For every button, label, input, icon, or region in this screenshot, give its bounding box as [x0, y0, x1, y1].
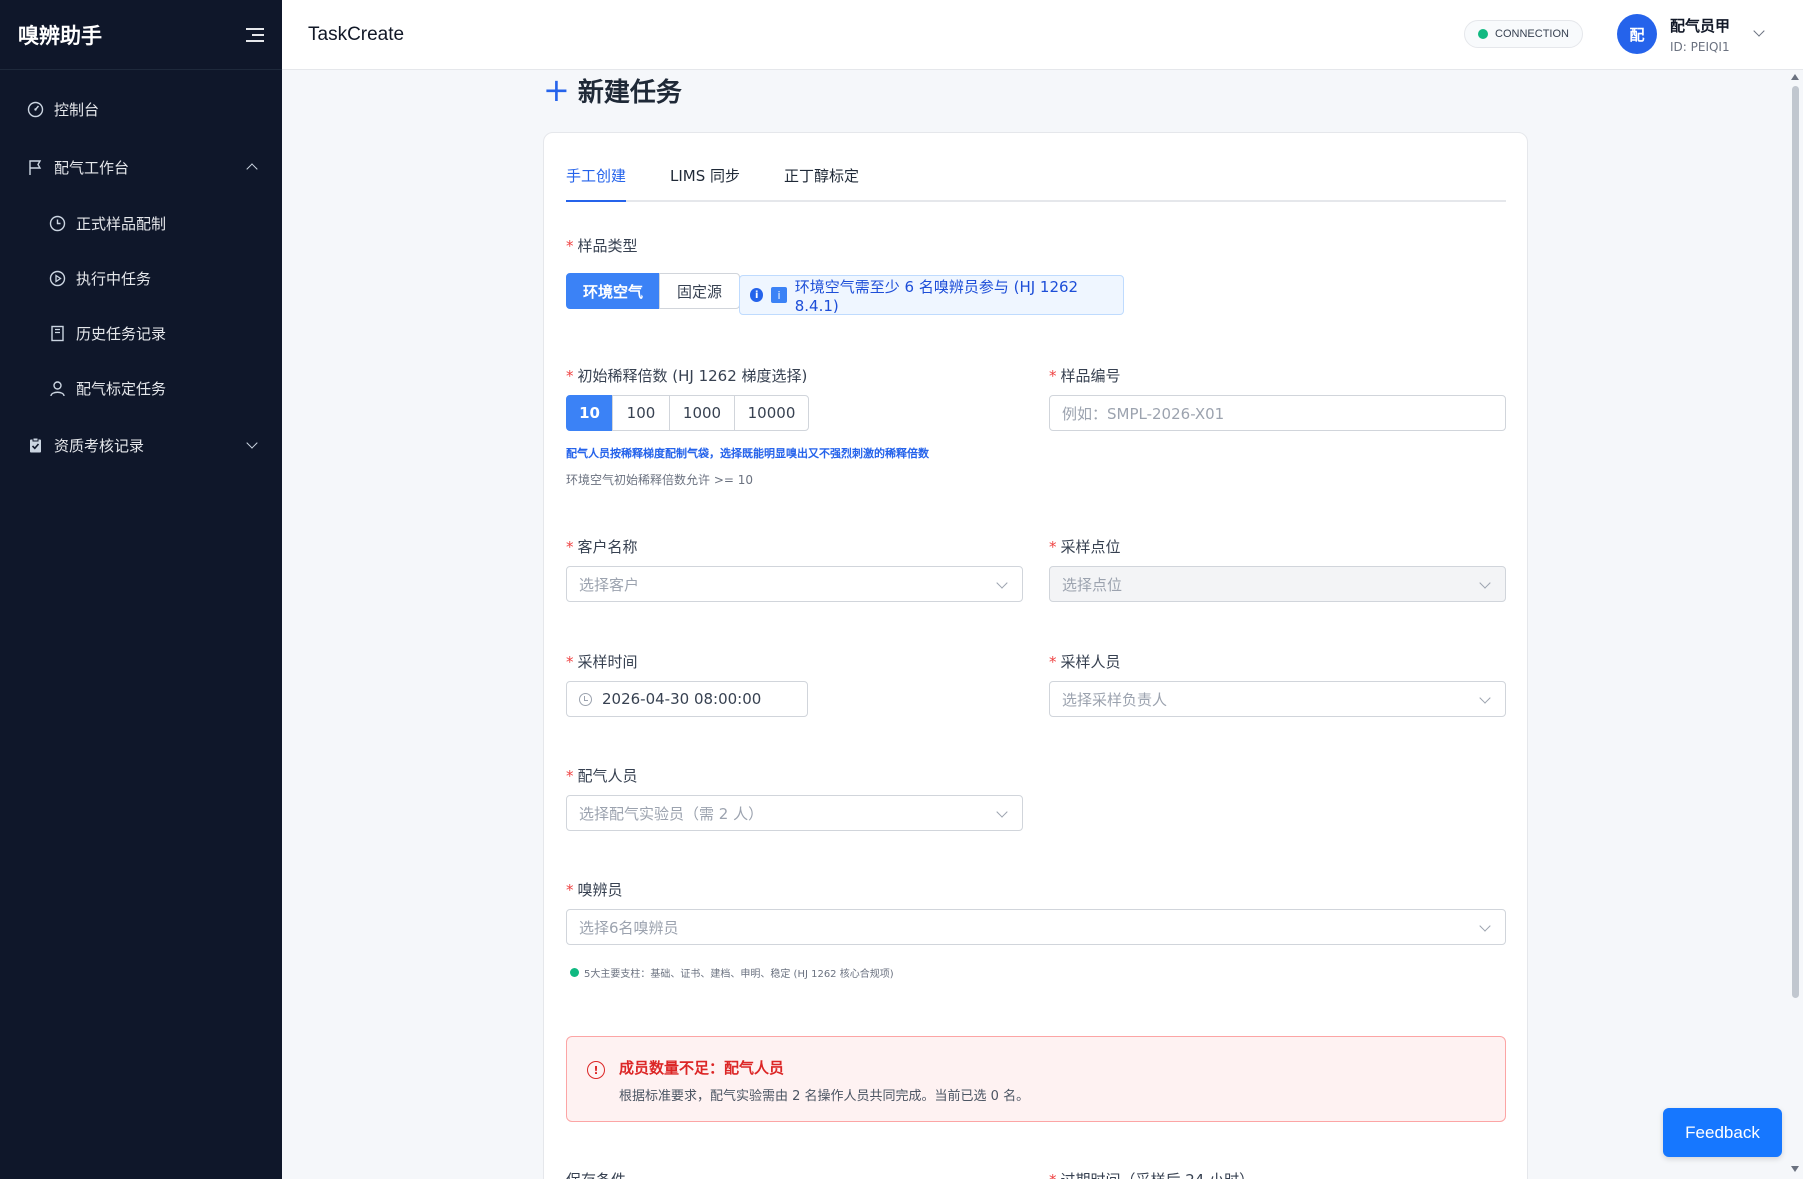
sample-type-hint-text: 环境空气需至少 6 名嗅辨员参与 (HJ 1262 8.4.1) — [794, 277, 1079, 315]
user-id: ID: PEIQI1 — [1669, 39, 1730, 54]
alert-text: 根据标准要求，配气实验需由 2 名操作人员共同完成。当前已选 0 名。 — [619, 1089, 1030, 1104]
sidebar: 嗅辨助手 控制台 配气工作台 正式样品配制 执行中任务 历史任务记录 配气标定任… — [0, 0, 282, 1179]
dilution-allowed-note: 环境空气初始稀释倍数允许 >= 10 — [566, 473, 754, 487]
sampling-point-label: * 采样点位 — [1049, 538, 1121, 556]
user-name: 配气员甲 — [1669, 16, 1730, 35]
tab-lims-sync[interactable]: LIMS 同步 — [670, 165, 740, 200]
clock-icon — [48, 215, 66, 233]
sidebar-item-running-tasks[interactable]: 执行中任务 — [0, 251, 282, 306]
user-menu[interactable]: 配 配气员甲 ID: PEIQI1 — [1616, 14, 1765, 54]
clipboard-check-icon — [26, 436, 44, 454]
sidebar-item-qualification[interactable]: 资质考核记录 — [0, 416, 282, 474]
dashboard-icon — [26, 100, 44, 118]
feedback-button[interactable]: Feedback — [1663, 1108, 1782, 1157]
panelist-label: * 嗅辨员 — [566, 881, 623, 899]
chevron-down-icon — [996, 577, 1008, 589]
customer-label: * 客户名称 — [566, 538, 638, 556]
sidebar-item-label: 配气工作台 — [54, 158, 130, 177]
chevron-down-icon — [1479, 577, 1491, 589]
member-shortage-alert: ! 成员数量不足：配气人员 根据标准要求，配气实验需由 2 名操作人员共同完成。… — [566, 1036, 1506, 1122]
info-icon: i — [750, 288, 764, 302]
dilution-option-1000[interactable]: 1000 — [669, 395, 735, 431]
chevron-down-icon[interactable] — [1753, 25, 1765, 37]
sidebar-item-calibration[interactable]: 配气标定任务 — [0, 361, 282, 416]
customer-select[interactable]: 选择客户 — [566, 566, 1023, 602]
expiry-label: *过期时间（采样后 24 小时） — [1049, 1169, 1254, 1179]
info-square-icon: i — [771, 287, 787, 303]
alert-circle-icon: ! — [587, 1061, 605, 1079]
page-route-name: TaskCreate — [308, 23, 405, 45]
sidebar-item-history[interactable]: 历史任务记录 — [0, 306, 282, 361]
sidebar-item-label: 历史任务记录 — [76, 325, 167, 343]
panelist-note: 5大主要支柱：基础、证书、建档、申明、稳定 (HJ 1262 核心合规项) — [570, 965, 894, 980]
task-form-card: 手工创建 LIMS 同步 正丁醇标定 * 样品类型 环境空气 固定源 i i 环境… — [543, 132, 1528, 1179]
sidebar-header: 嗅辨助手 — [0, 0, 282, 70]
dilution-option-100[interactable]: 100 — [612, 395, 670, 431]
connection-label: CONNECTION — [1495, 28, 1569, 40]
sample-type-selector: 环境空气 固定源 — [566, 273, 740, 309]
book-icon — [48, 325, 66, 343]
sampling-time-picker[interactable]: 2026-04-30 08:00:00 — [566, 681, 808, 717]
sidebar-item-label: 控制台 — [54, 100, 100, 119]
sidebar-item-formal-sample[interactable]: 正式样品配制 — [0, 196, 282, 251]
tab-butanol-calibration[interactable]: 正丁醇标定 — [784, 165, 859, 200]
plus-icon: + — [543, 71, 570, 109]
user-icon — [48, 380, 66, 398]
sampler-label: * 采样人员 — [1049, 653, 1121, 671]
top-header: TaskCreate CONNECTION 配 配气员甲 ID: PEIQI1 — [282, 0, 1803, 70]
dilution-note: 配气人员按稀释梯度配制气袋，选择既能明显嗅出又不强烈刺激的稀释倍数 — [566, 447, 929, 460]
gas-staff-label: * 配气人员 — [566, 767, 638, 785]
sampling-point-select[interactable]: 选择点位 — [1049, 566, 1506, 602]
app-brand: 嗅辨助手 — [18, 23, 102, 48]
page-title-text: 新建任务 — [577, 77, 682, 108]
status-dot-icon — [570, 968, 579, 977]
page-title: + 新建任务 — [543, 70, 682, 110]
sidebar-item-label: 资质考核记录 — [54, 436, 145, 455]
sampler-select[interactable]: 选择采样负责人 — [1049, 681, 1506, 717]
storage-label: 保存条件 — [566, 1169, 626, 1179]
sampling-time-label: * 采样时间 — [566, 653, 638, 671]
sidebar-item-dashboard[interactable]: 控制台 — [0, 80, 282, 138]
clock-icon — [579, 692, 592, 706]
sample-type-label: * 样品类型 — [566, 237, 638, 255]
scrollbar-thumb[interactable] — [1792, 86, 1799, 998]
sample-no-input[interactable]: 例如：SMPL-2026-X01 — [1049, 395, 1506, 431]
panelist-select[interactable]: 选择6名嗅辨员 — [566, 909, 1506, 945]
chevron-down-icon — [996, 806, 1008, 818]
dilution-option-10000[interactable]: 10000 — [734, 395, 809, 431]
tab-manual[interactable]: 手工创建 — [566, 165, 627, 202]
sample-type-hint: i i 环境空气需至少 6 名嗅辨员参与 (HJ 1262 8.4.1) — [739, 275, 1124, 315]
scroll-down-icon[interactable] — [1791, 1166, 1799, 1172]
sidebar-item-label: 正式样品配制 — [76, 215, 167, 233]
dilution-label: * 初始稀释倍数 (HJ 1262 梯度选择) — [566, 367, 808, 385]
sidebar-nav: 控制台 配气工作台 正式样品配制 执行中任务 历史任务记录 配气标定任务 资质考… — [0, 70, 282, 474]
chevron-down-icon — [1479, 920, 1491, 932]
sidebar-item-gas-workbench[interactable]: 配气工作台 — [0, 138, 282, 196]
create-mode-tabs: 手工创建 LIMS 同步 正丁醇标定 — [566, 165, 1506, 202]
scroll-up-icon[interactable] — [1791, 74, 1799, 80]
chevron-up-icon — [246, 163, 258, 175]
chevron-down-icon — [1479, 692, 1491, 704]
option-ambient-air[interactable]: 环境空气 — [566, 273, 660, 309]
status-dot-icon — [1478, 29, 1489, 39]
dilution-option-10[interactable]: 10 — [566, 395, 613, 431]
dilution-selector: 10 100 1000 10000 — [566, 395, 809, 431]
chevron-down-icon — [246, 437, 258, 449]
sidebar-item-label: 配气标定任务 — [76, 380, 167, 398]
sample-no-label: * 样品编号 — [1049, 367, 1121, 385]
alert-title: 成员数量不足：配气人员 — [619, 1059, 785, 1077]
connection-badge: CONNECTION — [1464, 20, 1583, 48]
menu-toggle-icon[interactable] — [246, 27, 264, 42]
option-fixed-source[interactable]: 固定源 — [659, 273, 740, 309]
sidebar-item-label: 执行中任务 — [76, 270, 152, 288]
gas-staff-select[interactable]: 选择配气实验员（需 2 人） — [566, 795, 1023, 831]
flag-icon — [26, 158, 44, 176]
avatar: 配 — [1616, 14, 1657, 54]
play-circle-icon — [48, 270, 66, 288]
